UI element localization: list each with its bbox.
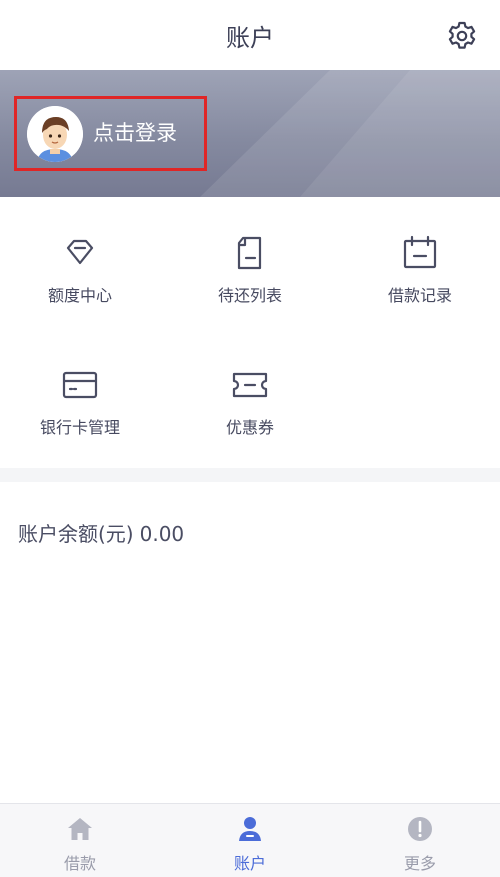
menu-label: 优惠券 (225, 418, 274, 437)
tab-label: 账户 (233, 854, 266, 873)
menu-item-coupons[interactable]: 优惠券 (180, 365, 320, 455)
bottom-tab-bar: 借款 账户 更多 (0, 803, 500, 877)
login-entry[interactable]: 点击登录 (14, 96, 207, 171)
menu-label: 待还列表 (217, 286, 282, 305)
avatar[interactable] (27, 106, 83, 162)
tab-label: 更多 (403, 854, 436, 873)
diamond-icon (66, 239, 94, 265)
account-balance: 账户余额(元) 0.00 (18, 518, 190, 547)
menu-label: 银行卡管理 (39, 418, 120, 437)
info-icon (408, 817, 432, 841)
menu-item-credit-center[interactable]: 额度中心 (10, 233, 150, 323)
tab-more[interactable]: 更多 (360, 814, 480, 874)
avatar-icon (27, 106, 83, 162)
menu-item-repayment-list[interactable]: 待还列表 (180, 233, 320, 323)
document-icon (237, 236, 262, 270)
profile-banner: 点击登录 (0, 70, 500, 197)
menu-label: 借款记录 (387, 286, 452, 305)
balance-label: 账户余额(元) (18, 522, 134, 546)
account-menu: 额度中心 待还列表 借款记录 银行卡管理 优惠券 (0, 205, 500, 467)
bank-card-icon (62, 371, 98, 399)
section-divider (0, 468, 500, 482)
top-bar: 账户 (0, 0, 500, 70)
tab-label: 借款 (63, 854, 96, 873)
page-title: 账户 (226, 24, 274, 52)
balance-value: 0.00 (139, 522, 185, 546)
menu-label: 额度中心 (47, 286, 112, 305)
coupon-icon (232, 372, 268, 398)
login-label[interactable]: 点击登录 (93, 117, 177, 147)
calendar-icon (403, 235, 437, 269)
tab-borrow[interactable]: 借款 (20, 814, 140, 874)
menu-item-loan-records[interactable]: 借款记录 (350, 233, 490, 323)
menu-item-bank-card-management[interactable]: 银行卡管理 (10, 365, 150, 455)
user-icon (239, 817, 261, 841)
home-icon (68, 818, 92, 840)
tab-account[interactable]: 账户 (190, 814, 310, 874)
gear-icon[interactable] (446, 20, 478, 52)
